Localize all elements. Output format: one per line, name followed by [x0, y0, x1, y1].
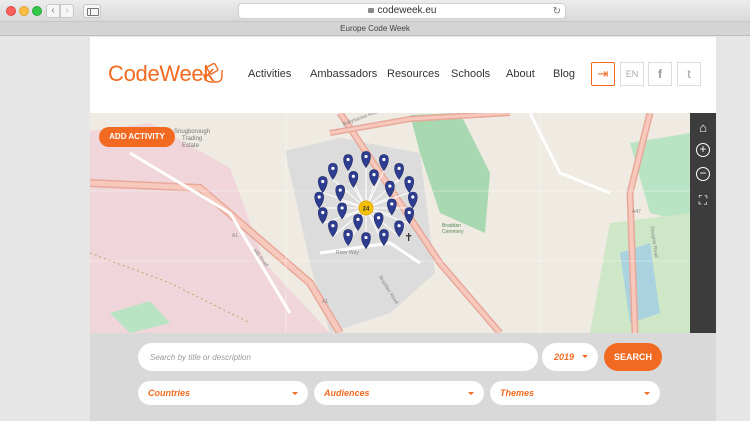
- chevron-down-icon: [644, 392, 650, 395]
- map-label-road: A1: [322, 299, 329, 305]
- map-label-road: A1: [232, 233, 239, 239]
- fullscreen-icon[interactable]: ⛶: [694, 191, 712, 209]
- map-pin-dot: [331, 224, 335, 228]
- year-value: 2019: [554, 352, 575, 362]
- map-label-area-line1: Snugborough: [174, 129, 211, 135]
- map-pin-dot: [364, 154, 368, 159]
- map-pin-dot: [321, 210, 325, 215]
- facebook-icon: f: [658, 67, 662, 81]
- map-pin-dot: [331, 166, 335, 170]
- forward-button[interactable]: ›: [60, 4, 74, 18]
- language-label: EN: [625, 69, 639, 79]
- map-pin-dot: [407, 179, 411, 184]
- map-pin-dot: [321, 179, 325, 184]
- login-icon: ⇥: [597, 66, 609, 81]
- map-label-area-line2: Trading: [182, 136, 203, 142]
- cluster-count: 24: [363, 207, 370, 213]
- url-text: codeweek.eu: [377, 5, 437, 16]
- language-selector[interactable]: EN: [620, 62, 644, 86]
- facebook-button[interactable]: f: [648, 62, 672, 86]
- map-pin-dot: [346, 232, 350, 237]
- codeweek-logo[interactable]: CodeWeek: [108, 61, 214, 87]
- address-bar[interactable]: codeweek.eu ↻: [238, 3, 566, 19]
- minimize-window-button[interactable]: [19, 6, 29, 16]
- themes-label: Themes: [500, 388, 535, 398]
- map-pin-dot: [317, 195, 321, 199]
- map-pin-dot: [376, 216, 381, 220]
- nav-blog[interactable]: Blog: [553, 68, 575, 80]
- page-gutter: [716, 37, 750, 421]
- twitter-button[interactable]: t: [677, 62, 701, 86]
- map-pin-dot: [388, 184, 392, 188]
- nav-resources[interactable]: Resources: [387, 68, 440, 80]
- home-icon[interactable]: ⌂: [694, 119, 712, 137]
- map-label-park: Braddan Cemetery: [442, 223, 464, 235]
- map-pin-dot: [338, 188, 342, 192]
- reload-icon[interactable]: ↻: [553, 5, 561, 19]
- page: CodeWeek Activities Ambassadors Resource…: [90, 37, 716, 421]
- map-label-road: A47: [632, 209, 641, 215]
- map-pin-dot: [364, 235, 368, 240]
- map-pin-dot: [382, 232, 386, 237]
- lock-icon: [367, 8, 374, 13]
- map-pin-dot: [411, 195, 415, 199]
- sidebar-toggle-button[interactable]: [83, 4, 101, 18]
- chevron-down-icon: [468, 392, 474, 395]
- zoom-in-icon[interactable]: +: [696, 143, 710, 157]
- map-pin-dot: [397, 166, 401, 170]
- svg-text:✝: ✝: [404, 231, 413, 244]
- maximize-window-button[interactable]: [32, 6, 42, 16]
- countries-filter[interactable]: Countries: [138, 381, 308, 405]
- browser-titlebar: ‹ › codeweek.eu ↻: [0, 0, 750, 22]
- map-pin-dot: [372, 173, 376, 177]
- map-pin-dot: [382, 157, 386, 162]
- tab-title: Europe Code Week: [340, 24, 410, 33]
- audiences-label: Audiences: [324, 388, 370, 398]
- logo-plug-icon: [203, 62, 223, 83]
- map-label-area-line3: Estate: [182, 143, 200, 149]
- map-controls: ⌂ + − ⛶: [690, 113, 716, 333]
- chevron-left-icon: ‹: [51, 5, 55, 16]
- map-pin-dot: [356, 217, 360, 221]
- year-select[interactable]: 2019: [542, 343, 598, 371]
- nav-activities[interactable]: Activities: [248, 68, 291, 80]
- countries-label: Countries: [148, 388, 191, 398]
- chevron-right-icon: ›: [65, 5, 69, 16]
- add-activity-button[interactable]: ADD ACTIVITY: [99, 127, 175, 147]
- close-window-button[interactable]: [6, 6, 16, 16]
- search-input[interactable]: [138, 343, 538, 371]
- map-pin-dot: [390, 202, 394, 206]
- browser-tab[interactable]: Europe Code Week: [0, 22, 750, 36]
- chevron-down-icon: [582, 355, 588, 358]
- map-pin-dot: [407, 210, 411, 215]
- map-pin-dot: [397, 224, 401, 228]
- nav-schools[interactable]: Schools: [451, 68, 490, 80]
- audiences-filter[interactable]: Audiences: [314, 381, 484, 405]
- twitter-icon: t: [687, 67, 691, 81]
- map-label-road: River Way: [336, 250, 359, 256]
- chevron-down-icon: [292, 392, 298, 395]
- map-label-area: Snugborough Trading Estate: [174, 129, 210, 150]
- login-button[interactable]: ⇥: [591, 62, 615, 86]
- zoom-out-icon[interactable]: −: [696, 167, 710, 181]
- search-button[interactable]: SEARCH: [604, 343, 662, 371]
- map-pin-dot: [346, 157, 350, 162]
- map-pin-dot: [351, 174, 356, 178]
- back-button[interactable]: ‹: [46, 4, 60, 18]
- activity-map[interactable]: ✝ 24 Snugborough Trading Estate Ballyhac…: [90, 113, 716, 333]
- search-panel: 2019 SEARCH Countries Audiences Themes: [90, 333, 716, 421]
- nav-about[interactable]: About: [506, 68, 535, 80]
- nav-ambassadors[interactable]: Ambassadors: [310, 68, 377, 80]
- map-pin-dot: [340, 206, 344, 210]
- themes-filter[interactable]: Themes: [490, 381, 660, 405]
